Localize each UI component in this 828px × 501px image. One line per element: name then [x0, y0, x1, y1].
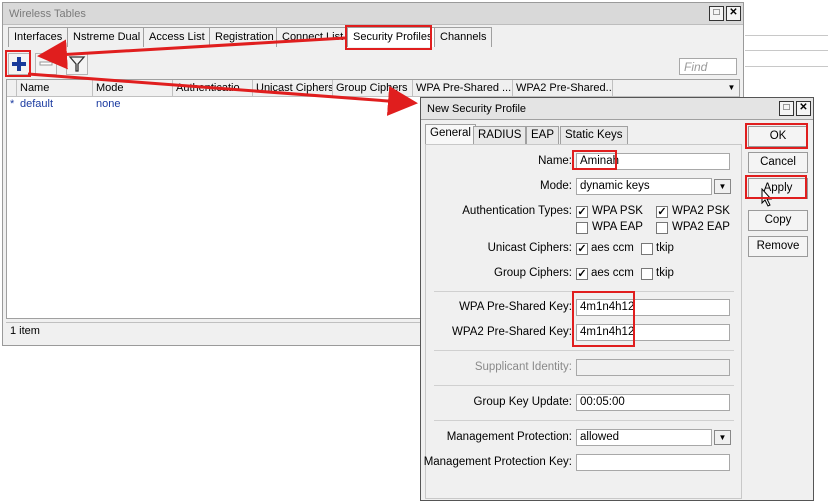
arrow-add-to-dialog: [27, 72, 418, 116]
annotation-arrows: [27, 36, 418, 116]
arrow-tab-to-add: [37, 36, 346, 70]
